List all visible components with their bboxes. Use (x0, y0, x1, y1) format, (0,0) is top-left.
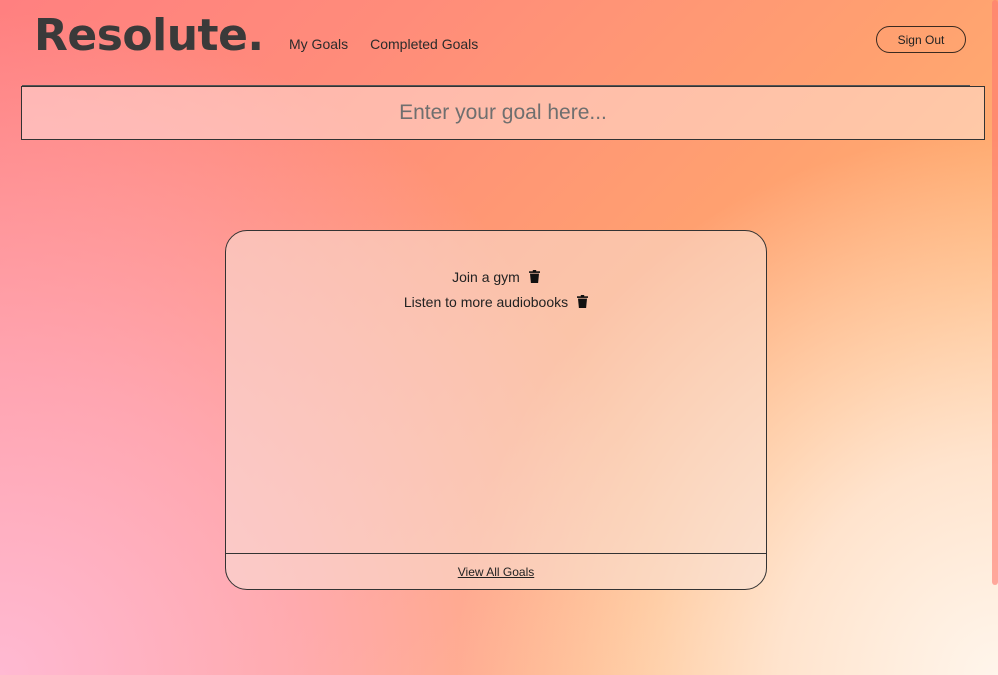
nav-completed-goals[interactable]: Completed Goals (370, 35, 478, 53)
goal-item: Listen to more audiobooks (226, 289, 766, 314)
goal-input[interactable] (21, 86, 985, 140)
main-nav: My Goals Completed Goals (289, 35, 478, 53)
goals-card: Join a gym Listen to more audiobooks Vie… (225, 230, 767, 590)
trash-icon[interactable] (528, 270, 540, 283)
goal-item: Join a gym (226, 264, 766, 289)
page-scrollbar[interactable] (992, 0, 998, 585)
sign-out-button[interactable]: Sign Out (876, 26, 966, 53)
nav-my-goals[interactable]: My Goals (289, 35, 348, 53)
view-all-goals-link[interactable]: View All Goals (458, 565, 534, 579)
app-logo[interactable]: Resolute. (34, 8, 264, 64)
trash-icon[interactable] (577, 295, 589, 308)
goals-card-footer: View All Goals (226, 553, 766, 589)
goal-text: Listen to more audiobooks (403, 293, 569, 310)
goal-text: Join a gym (452, 268, 520, 285)
goals-list: Join a gym Listen to more audiobooks (226, 264, 766, 314)
